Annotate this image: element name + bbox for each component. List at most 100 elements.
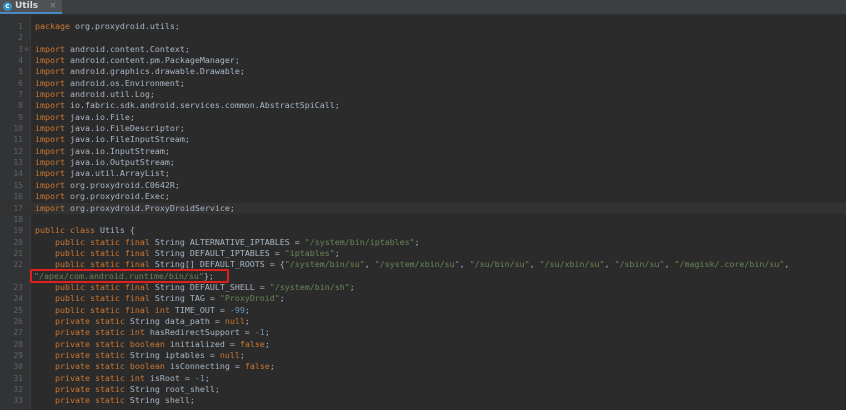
code-token: ; <box>264 327 270 338</box>
code-text: private static String iptables = null; <box>35 350 245 361</box>
code-line[interactable]: 5 import android.graphics.drawable.Drawab… <box>0 66 846 77</box>
code-line[interactable]: 1 package org.proxydroid.utils; <box>0 21 846 32</box>
code-token: isRoot = <box>144 372 195 383</box>
code-token: org.proxydroid.utils; <box>69 21 180 31</box>
code-line[interactable]: 12 import java.io.InputStream; <box>0 146 846 157</box>
code-token: ; <box>264 338 270 349</box>
code-editor[interactable]: 1 package org.proxydroid.utils; 2 3 ⊖ import … <box>0 15 846 410</box>
close-icon[interactable]: × <box>49 1 57 11</box>
code-token: private static int <box>54 327 145 338</box>
code-token: android.content.Context; <box>64 43 190 54</box>
code-token: public static final <box>54 247 150 258</box>
code-line[interactable]: 6 import android.os.Environment; <box>0 78 846 89</box>
line-number: 12 <box>13 146 23 156</box>
line-number: 33 <box>13 396 23 406</box>
code-token: import <box>35 134 65 145</box>
code-token: , <box>604 259 615 270</box>
code-token: import <box>35 66 65 77</box>
code-line[interactable]: 16 import org.proxydroid.Exec; <box>0 191 846 202</box>
code-line[interactable]: 19 public class Utils { <box>0 225 846 236</box>
code-text: import java.util.ArrayList; <box>35 168 170 179</box>
code-line[interactable]: 32 private static String root_shell; <box>0 384 846 395</box>
code-token: private static <box>54 349 125 360</box>
code-text: import java.io.FileInputStream; <box>35 134 190 145</box>
code-line[interactable]: 2 <box>0 32 846 43</box>
code-token: private static <box>54 395 125 406</box>
code-line[interactable]: 21 public static final String DEFAULT_IP… <box>0 248 846 259</box>
line-number: 3 <box>18 44 23 54</box>
code-line[interactable]: 17 import org.proxydroid.ProxyDroidServic… <box>0 202 846 214</box>
code-text: private static String root_shell; <box>35 384 220 395</box>
code-token: "iptables" <box>284 247 335 258</box>
code-token: java.io.File; <box>64 111 135 122</box>
line-number: 17 <box>13 203 23 213</box>
code-token: private static boolean <box>54 361 165 372</box>
line-number: 14 <box>13 169 23 179</box>
code-text: import org.proxydroid.C0642R; <box>35 180 180 191</box>
code-line[interactable]: 3 ⊖ import android.content.Context; <box>0 44 846 55</box>
code-token: public static final <box>54 259 150 270</box>
code-line[interactable]: 27 private static int hasRedirectSupport… <box>0 327 846 338</box>
code-line[interactable]: 18 <box>0 214 846 225</box>
code-token: org.proxydroid.ProxyDroidService; <box>64 202 235 213</box>
code-line[interactable]: 20 public static final String ALTERNATIV… <box>0 237 846 248</box>
tab-utils[interactable]: c Utils × <box>0 0 62 14</box>
code-line[interactable]: 31 private static int isRoot = -1; <box>0 373 846 384</box>
code-token: java.util.ArrayList; <box>64 168 170 179</box>
code-line[interactable]: 23 public static final String DEFAULT_SH… <box>0 282 846 293</box>
code-token: java.io.OutputStream; <box>64 157 175 168</box>
line-number: 22 <box>13 260 23 270</box>
code-token: "/su/bin/su" <box>469 259 530 270</box>
code-token: org.proxydroid.Exec; <box>64 191 170 202</box>
code-line[interactable]: 9 import java.io.File; <box>0 112 846 123</box>
code-line[interactable]: 30 private static boolean isConnecting =… <box>0 361 846 372</box>
code-token: String DEFAULT_SHELL = <box>149 281 270 292</box>
code-token: isConnecting = <box>164 361 245 372</box>
line-number: 4 <box>18 56 23 66</box>
fold-icon[interactable]: ⊖ <box>25 46 30 52</box>
code-line[interactable]: 14 import java.util.ArrayList; <box>0 168 846 179</box>
code-line[interactable]: 25 public static final int TIME_OUT = -9… <box>0 305 846 316</box>
code-line[interactable]: 29 private static String iptables = null… <box>0 350 846 361</box>
code-text: import java.io.InputStream; <box>35 146 170 157</box>
code-line[interactable]: 11 import java.io.FileInputStream; <box>0 134 846 145</box>
code-text: import android.util.Log; <box>35 89 155 100</box>
code-line[interactable]: 28 private static boolean initialized = … <box>0 339 846 350</box>
code-text: public static final int TIME_OUT = -99; <box>35 305 250 316</box>
code-line[interactable]: 10 import java.io.FileDescriptor; <box>0 123 846 134</box>
code-lines: 1 package org.proxydroid.utils; 2 3 ⊖ import … <box>0 21 846 407</box>
line-number: 16 <box>13 192 23 202</box>
code-token: String DEFAULT_IPTABLES = <box>149 247 285 258</box>
code-line[interactable]: 24 public static final String TAG = "Pro… <box>0 293 846 304</box>
code-line[interactable]: 8 import io.fabric.sdk.android.services.c… <box>0 100 846 111</box>
code-text: import org.proxydroid.Exec; <box>35 191 170 202</box>
code-token: android.os.Environment; <box>64 77 185 88</box>
code-token: import <box>35 168 65 179</box>
line-number: 2 <box>18 33 23 43</box>
line-number: 8 <box>18 101 23 111</box>
code-line[interactable]: 26 private static String data_path = nul… <box>0 316 846 327</box>
code-line[interactable]: 33 private static String shell; <box>0 395 846 406</box>
code-token: String TAG = <box>149 293 220 304</box>
code-token: , <box>784 259 790 270</box>
code-text: import android.content.pm.PackageManager… <box>35 55 240 66</box>
code-token: private static <box>54 315 125 326</box>
code-line[interactable]: 7 import android.util.Log; <box>0 89 846 100</box>
code-line[interactable]: 13 import java.io.OutputStream; <box>0 157 846 168</box>
code-text: public static final String DEFAULT_SHELL… <box>35 282 355 293</box>
code-text: import io.fabric.sdk.android.services.co… <box>35 100 340 111</box>
line-number: 29 <box>13 350 23 360</box>
code-token: io.fabric.sdk.android.services.common.Ab… <box>64 100 340 111</box>
code-line[interactable]: 4 import android.content.pm.PackageManage… <box>0 55 846 66</box>
code-token: String iptables = <box>124 349 220 360</box>
line-number: 9 <box>18 112 23 122</box>
editor-tab-bar: c Utils × <box>0 0 846 15</box>
code-token: String[] DEFAULT_ROOTS = { <box>149 259 285 270</box>
code-line[interactable]: 15 import org.proxydroid.C0642R; <box>0 180 846 191</box>
code-token: import <box>35 145 65 156</box>
